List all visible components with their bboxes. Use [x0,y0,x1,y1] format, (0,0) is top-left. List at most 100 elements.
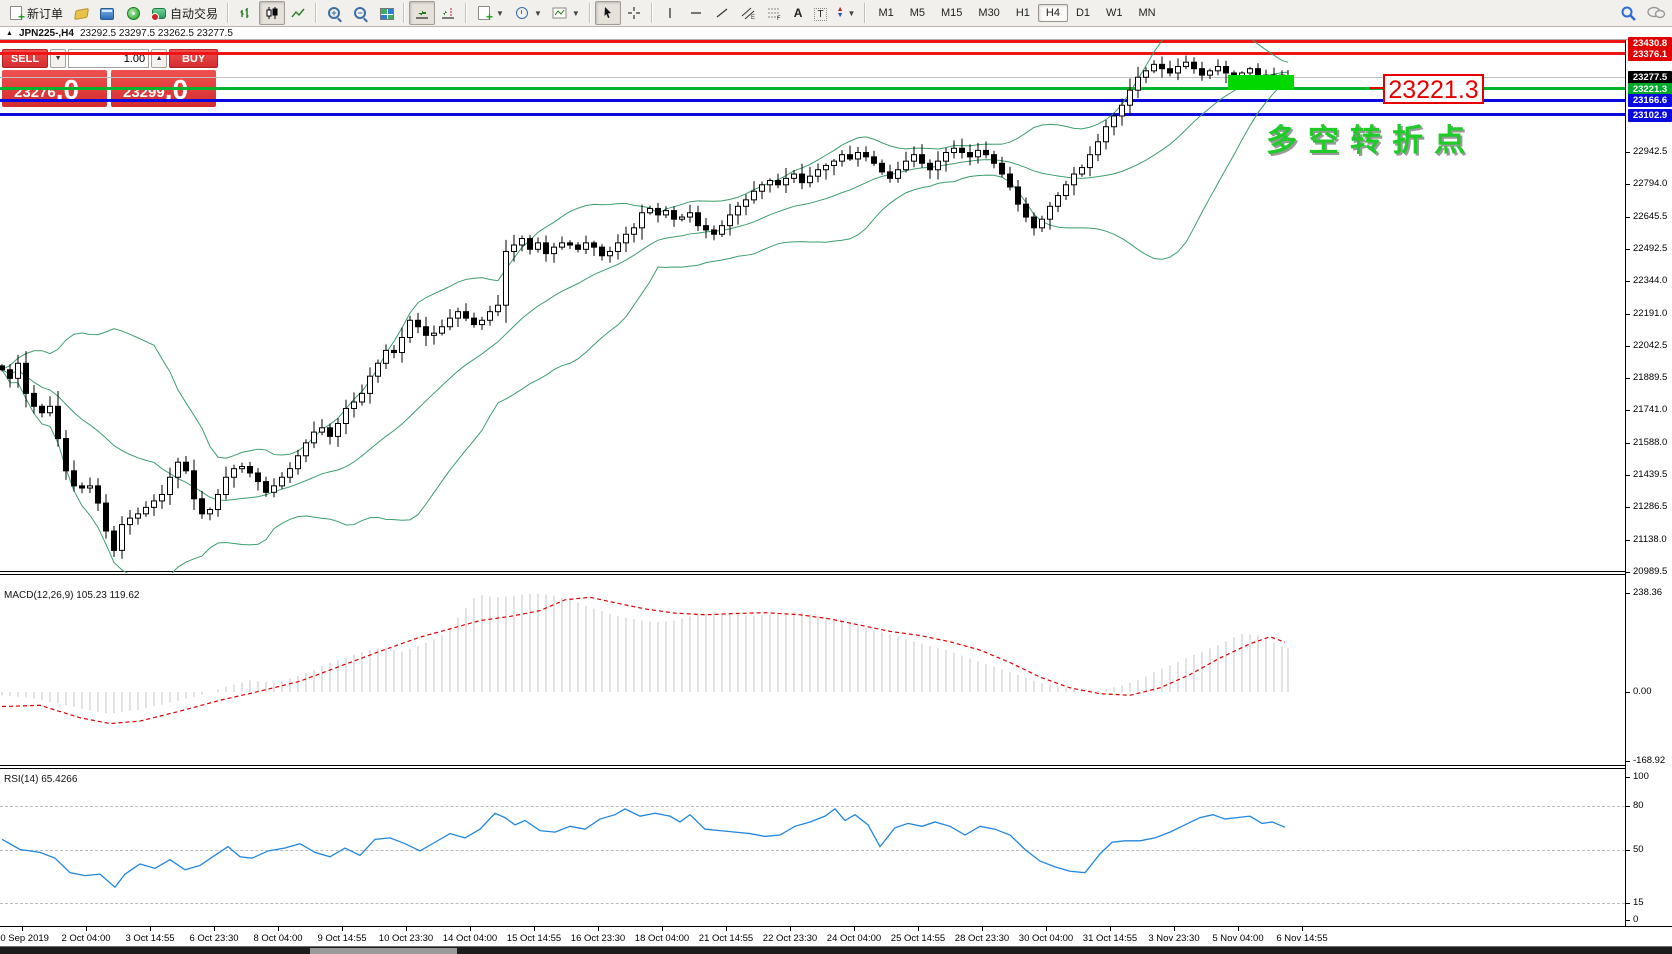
cursor-button[interactable] [595,1,621,25]
timeframe-H4[interactable]: H4 [1038,4,1068,22]
date-tick [918,927,919,931]
bar-chart-button[interactable] [233,1,259,25]
timeframe-D1[interactable]: D1 [1068,4,1098,22]
chart-shift-icon [440,5,456,21]
axis-tick [1626,184,1630,185]
date-label: 3 Nov 23:30 [1148,933,1199,944]
toolbar-separator [227,3,229,23]
date-label: 30 Sep 2019 [0,933,49,944]
price-axis-label: 21439.5 [1633,469,1667,480]
chart-shift-button[interactable] [435,1,461,25]
bottom-strip-segment [310,948,457,954]
layouts-button[interactable] [68,1,94,25]
zoom-in-icon: + [326,5,342,21]
toolbar-separator [864,3,866,23]
date-label: 8 Oct 04:00 [253,933,302,944]
price-axis-label: 21741.0 [1633,404,1667,415]
new-order-button[interactable]: + 新订单 [3,1,68,25]
date-tick [982,927,983,931]
timeframe-W1[interactable]: W1 [1098,4,1131,22]
axis-tick [1626,850,1630,851]
rsi-axis-label: 80 [1633,800,1644,811]
auto-scroll-button[interactable] [409,1,435,25]
date-axis[interactable]: 30 Sep 20192 Oct 04:003 Oct 14:556 Oct 2… [0,926,1672,946]
timeframe-M1[interactable]: M1 [870,4,901,22]
zoom-out-button[interactable]: − [347,1,373,25]
fibonacci-icon: F [766,5,782,21]
highlight-rectangle[interactable] [1228,75,1294,90]
date-label: 6 Oct 23:30 [189,933,238,944]
axis-tick [1626,806,1630,807]
date-tick [214,927,215,931]
price-axis-label: 22942.5 [1633,146,1667,157]
axis-tick [1626,217,1630,218]
turning-point-annotation[interactable]: 多空转折点 [1266,115,1476,160]
date-label: 10 Oct 23:30 [379,933,433,944]
sounds-button[interactable] [120,1,146,25]
chevron-down-icon: ▼ [572,9,580,18]
date-tick [278,927,279,931]
bottom-strip [0,946,1672,954]
horizontal-line-icon [688,5,704,21]
price-callout-box[interactable]: 23221.3 [1383,74,1484,104]
macd-axis-label: 238.36 [1633,587,1662,598]
axis-tick [1626,443,1630,444]
equidistant-channel-button[interactable]: E [735,1,761,25]
date-tick [1046,927,1047,931]
templates-icon [552,5,568,21]
axis-tick [1626,281,1630,282]
date-tick [1110,927,1111,931]
axis-tick [1626,152,1630,153]
timeframe-H1[interactable]: H1 [1008,4,1038,22]
toolbar-separator [465,3,467,23]
price-axis-label: 22492.5 [1633,243,1667,254]
toolbar-separator [651,3,653,23]
arrows-button[interactable]: ▲▼▼ [832,1,861,25]
date-label: 6 Nov 14:55 [1276,933,1327,944]
line-chart-icon [290,5,306,21]
toolbar-right-group [1620,5,1662,21]
line-chart-button[interactable] [285,1,311,25]
date-tick [534,927,535,931]
date-tick [150,927,151,931]
text-button[interactable]: A [787,1,810,25]
date-tick [406,927,407,931]
axis-tick [1626,475,1630,476]
periods-button[interactable]: ▼ [509,1,547,25]
date-label: 25 Oct 14:55 [891,933,945,944]
chat-icon[interactable] [1646,5,1662,21]
horizontal-line-button[interactable] [683,1,709,25]
price-tag: 23102.9 [1628,109,1672,122]
timeframe-M5[interactable]: M5 [902,4,933,22]
price-axis-label: 22042.5 [1633,340,1667,351]
rsi-pane[interactable] [0,768,1625,926]
date-label: 2 Oct 04:00 [61,933,110,944]
zoom-in-button[interactable]: + [321,1,347,25]
text-A-icon: A [792,5,805,21]
price-axis[interactable]: 22942.522794.022645.522492.522344.022191… [1625,40,1672,926]
vertical-line-button[interactable] [657,1,683,25]
fibonacci-button[interactable]: F [761,1,787,25]
text-label-button[interactable]: T [809,1,831,25]
search-icon[interactable] [1620,5,1636,21]
indicators-button[interactable]: +▼ [471,1,509,25]
macd-pane[interactable] [0,575,1625,766]
chevron-down-icon: ▼ [848,9,856,18]
timeframe-MN[interactable]: MN [1131,4,1164,22]
profiles-button[interactable] [94,1,120,25]
date-label: 18 Oct 04:00 [635,933,689,944]
templates-button[interactable]: ▼ [547,1,585,25]
tile-windows-button[interactable] [373,1,399,25]
price-axis-label: 22645.5 [1633,211,1667,222]
date-label: 15 Oct 14:55 [507,933,561,944]
crosshair-button[interactable] [621,1,647,25]
candlestick-button[interactable] [259,1,285,25]
timeframe-M15[interactable]: M15 [933,4,970,22]
date-tick [86,927,87,931]
date-tick [1174,927,1175,931]
date-label: 28 Oct 23:30 [955,933,1009,944]
timeframe-M30[interactable]: M30 [970,4,1007,22]
autotrading-button[interactable]: 自动交易 [146,1,223,25]
collapse-icon[interactable]: ▲ [6,30,13,37]
trendline-button[interactable] [709,1,735,25]
